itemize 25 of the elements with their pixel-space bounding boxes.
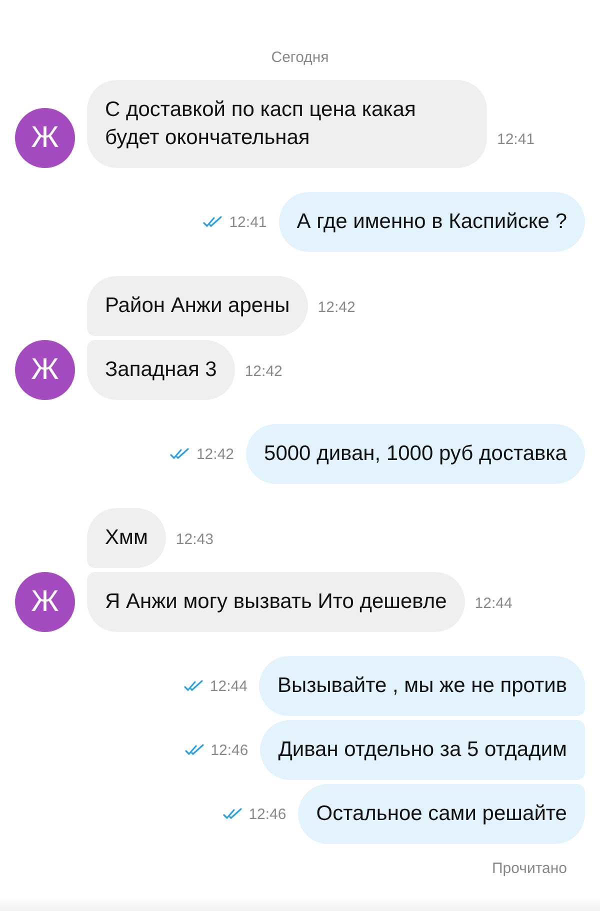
message-bubble: Район Анжи арены bbox=[87, 276, 308, 336]
message-time: 12:42 bbox=[318, 299, 356, 316]
avatar[interactable]: Ж bbox=[15, 108, 75, 168]
message-time: 12:42 bbox=[244, 363, 282, 380]
message-bubble: Западная 3 bbox=[87, 340, 235, 400]
message-bubble: Остальное сами решайте bbox=[298, 784, 585, 844]
message-time: 12:42 bbox=[196, 446, 234, 462]
message-bubble: А где именно в Каспийске ? bbox=[278, 192, 585, 252]
avatar[interactable]: Ж bbox=[15, 340, 75, 400]
message-time: 12:44 bbox=[210, 678, 248, 694]
message-time: 12:41 bbox=[497, 131, 535, 148]
message-time: 12:44 bbox=[474, 595, 512, 612]
message-bubble: Диван отдельно за 5 отдадим bbox=[260, 720, 585, 780]
message-time: 12:43 bbox=[176, 531, 214, 548]
message-bubble: 5000 диван, 1000 руб доставка bbox=[246, 424, 585, 484]
read-status: Прочитано bbox=[492, 860, 567, 877]
message-bubble: Вызывайте , мы же не против bbox=[259, 656, 585, 716]
avatar[interactable]: Ж bbox=[15, 572, 75, 632]
date-divider: Сегодня bbox=[270, 48, 330, 68]
message-bubble: Я Анжи могу вызвать Ито дешевле bbox=[87, 572, 465, 632]
message-time: 12:41 bbox=[229, 214, 267, 230]
message-time: 12:46 bbox=[248, 806, 286, 822]
message-time: 12:46 bbox=[210, 742, 248, 758]
message-bubble: Хмм bbox=[87, 508, 166, 568]
message-bubble: С доставкой по касп цена какая будет окончательная bbox=[87, 80, 487, 168]
